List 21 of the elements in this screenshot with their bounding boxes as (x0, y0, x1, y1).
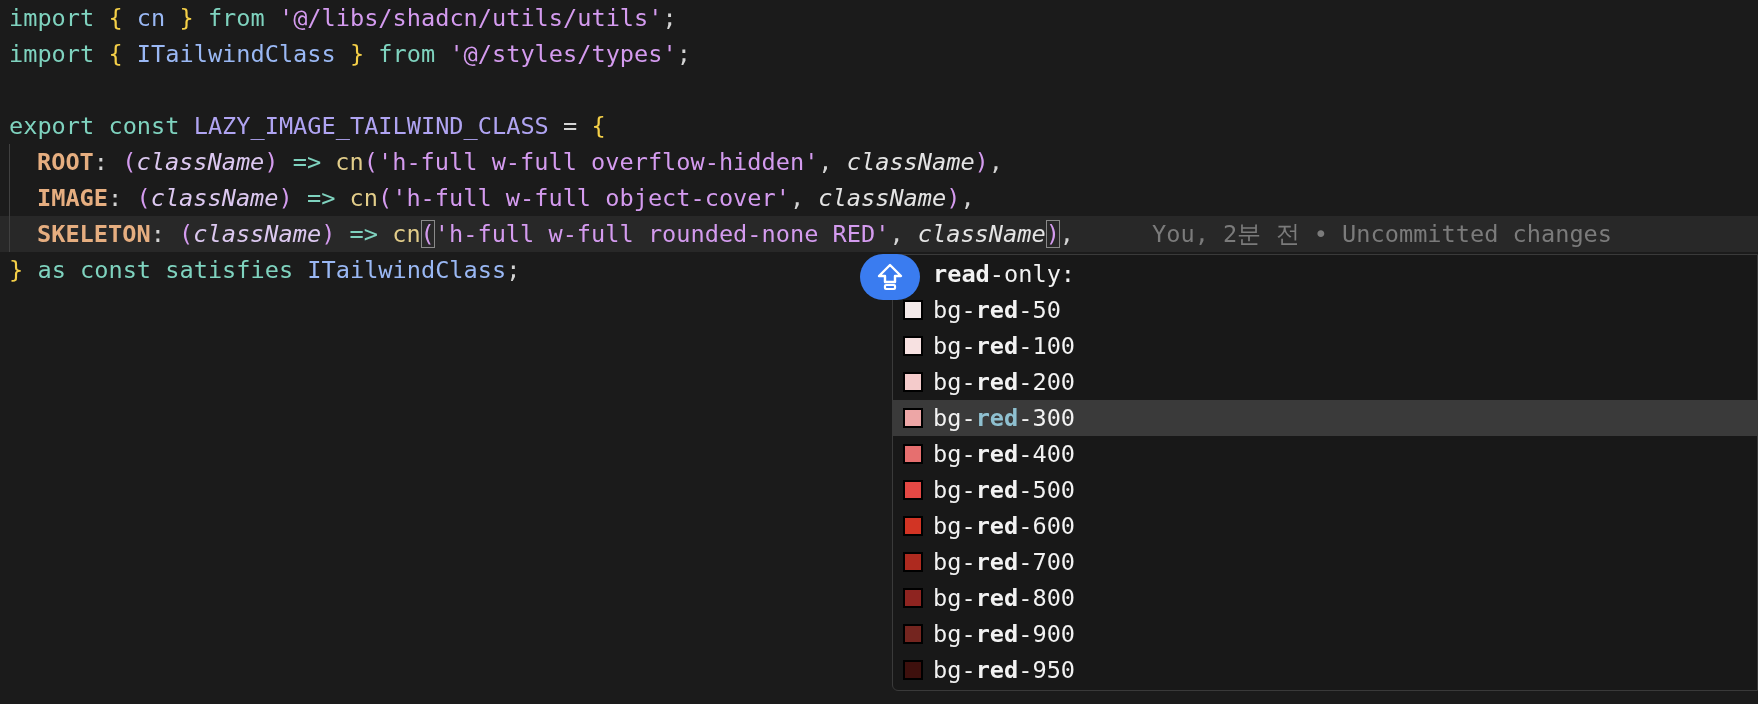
code-line: SKELETON: (className) => cn('h-full w-full rounded-none RED', className), (37, 219, 1075, 250)
suggestion-item[interactable]: bg-red-600 (893, 508, 1757, 544)
blame-annotation: You, 2분 전 • Uncommitted changes (1152, 219, 1612, 250)
up-arrow-icon (877, 263, 903, 291)
code-line: import { cn } from '@/libs/shadcn/utils/utils'; (9, 3, 677, 34)
suggestion-item[interactable]: bg-red-300 (893, 400, 1757, 436)
suggestion-item[interactable]: bg-red-700 (893, 544, 1757, 580)
suggestion-item[interactable]: bg-red-50 (893, 292, 1757, 328)
code-line: IMAGE: (className) => cn('h-full w-full object-cover', className), (37, 183, 975, 214)
suggestion-item[interactable]: bg-red-900 (893, 616, 1757, 652)
code-line: export const LAZY_IMAGE_TAILWIND_CLASS = { (9, 111, 606, 142)
shift-tooltip[interactable] (860, 254, 920, 300)
suggestion-item[interactable]: bg-red-800 (893, 580, 1757, 616)
code-line: ROOT: (className) => cn('h-full w-full overflow-hidden', className), (37, 147, 1004, 178)
suggestion-item[interactable]: bg-red-500 (893, 472, 1757, 508)
suggestion-item[interactable]: bg-red-950 (893, 652, 1757, 688)
suggestion-item[interactable]: bg-red-400 (893, 436, 1757, 472)
suggestion-item[interactable]: bg-red-100 (893, 328, 1757, 364)
suggestion-item[interactable]: bg-red-200 (893, 364, 1757, 400)
code-line: } as const satisfies ITailwindClass; (9, 255, 521, 286)
code-line: import { ITailwindClass } from '@/styles/types'; (9, 39, 691, 70)
